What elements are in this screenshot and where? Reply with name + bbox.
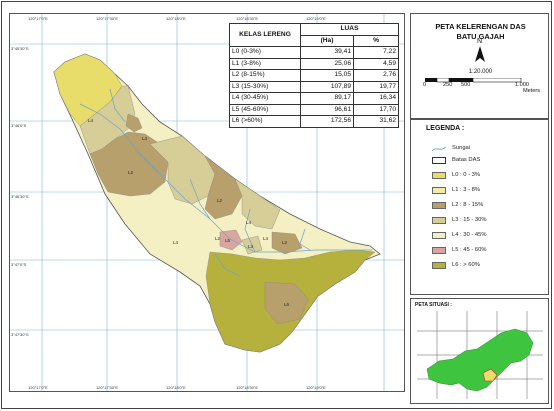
slope-class-cell: L6 (>60%) xyxy=(229,115,301,128)
scale-label: 250 xyxy=(443,82,453,88)
area-pct-cell: 17,70 xyxy=(353,103,399,116)
area-pct-cell: 4,59 xyxy=(353,57,399,70)
area-ha-cell: 96,61 xyxy=(300,103,354,116)
x-tick-label-top: 120°17'0"E xyxy=(28,16,48,21)
legend-label: Sungai xyxy=(452,145,471,151)
y-tick-label: 3°46'30"S xyxy=(11,194,29,199)
area-ha-cell: 172,56 xyxy=(300,115,354,128)
legend-label: Batas DAS xyxy=(452,157,481,163)
river-line-icon xyxy=(432,146,446,152)
x-tick-label-top: 120°19'0"E xyxy=(306,16,326,21)
y-tick-label: 3°47'30"S xyxy=(11,332,29,337)
table-row: L2 (8-15%) 15,05 2,76 xyxy=(229,69,399,82)
legend-swatch xyxy=(432,217,446,224)
slope-class-cell: L5 (45-60%) xyxy=(229,103,301,116)
x-tick-label-top: 120°18'0"E xyxy=(166,16,186,21)
slope-class-cell: L2 (8-15%) xyxy=(229,69,301,82)
table-row: L6 (>60%) 172,56 31,62 xyxy=(229,115,399,128)
y-tick-label: 3°45'30"S xyxy=(11,46,29,51)
x-tick-label-top: 120°18'30"E xyxy=(236,16,259,21)
polygon-label: L2 xyxy=(217,198,223,203)
legend-label: L5 : 45 - 60% xyxy=(452,247,487,253)
legend-label: L1 : 3 - 8% xyxy=(452,187,481,193)
polygon-label: L2 xyxy=(128,170,134,175)
x-tick-label-bottom: 120°18'0"E xyxy=(166,385,186,390)
legend-swatch xyxy=(432,232,446,239)
slope-class-cell: L4 (30-45%) xyxy=(229,92,301,105)
legend-label: L6 : > 60% xyxy=(452,262,480,268)
legend-swatch xyxy=(432,172,446,179)
area-ha-cell: 89,17 xyxy=(300,92,354,105)
scale-unit: Meters xyxy=(523,88,541,94)
table-row: L0 (0-3%) 39,41 7,22 xyxy=(229,46,399,59)
y-tick-label: 3°46'0"S xyxy=(11,123,27,128)
table-row: L5 (45-60%) 96,61 17,70 xyxy=(229,103,399,116)
legend-title: LEGENDA : xyxy=(426,125,465,132)
polygon-label: L5 xyxy=(225,238,231,243)
area-ha-cell: 107,89 xyxy=(300,80,354,93)
area-pct-cell: 7,22 xyxy=(353,46,399,59)
x-tick-label-bottom: 120°18'30"E xyxy=(236,385,259,390)
slope-class-cell: L0 (0-3%) xyxy=(229,46,301,59)
area-ha-cell: 39,41 xyxy=(300,46,354,59)
scale-label: 0 xyxy=(423,82,427,88)
header-pct: % xyxy=(353,34,399,47)
area-pct-cell: 31,62 xyxy=(353,115,399,128)
north-label: N xyxy=(477,38,483,45)
polygon-label: L3 xyxy=(248,244,254,249)
polygon-label: L6 xyxy=(284,302,290,307)
situasi-box: PETA SITUASI : xyxy=(410,298,549,404)
polygon-label: L2 xyxy=(282,240,288,245)
polygon-label: L4 xyxy=(173,240,179,245)
header-ha: (Ha) xyxy=(300,34,354,47)
map-side-panel: PETA KELERENGAN DAS BATU GAJAH N 1:20.00… xyxy=(410,13,549,405)
legend-label: L4 : 30 - 45% xyxy=(452,232,487,238)
polygon-label: L4 xyxy=(142,136,148,141)
x-tick-label-bottom: 120°17'0"E xyxy=(28,385,48,390)
table-row: L3 (15-30%) 107,89 19,77 xyxy=(229,80,399,93)
inset-landmass xyxy=(426,328,534,392)
slope-class-cell: L3 (15-30%) xyxy=(229,80,301,93)
header-luas: LUAS xyxy=(300,23,399,36)
polygon-label: L4 xyxy=(246,220,252,225)
scale-bar xyxy=(425,78,522,83)
north-arrow-icon xyxy=(475,46,485,62)
y-tick-label: 3°47'0"S xyxy=(11,262,27,267)
x-tick-label-top: 120°17'30"E xyxy=(96,16,119,21)
slope-area-table: KELAS LERENG LUAS (Ha) % L0 (0-3%) 39,41… xyxy=(229,23,399,128)
legend-label: L3 : 15 - 30% xyxy=(452,217,487,223)
legend-swatch xyxy=(432,262,446,269)
legend-swatch xyxy=(432,157,446,164)
table-row: L1 (3-8%) 25,06 4,59 xyxy=(229,57,399,70)
situasi-title: PETA SITUASI : xyxy=(415,302,452,308)
x-tick-label-bottom: 120°19'0"E xyxy=(306,385,326,390)
legend-swatch xyxy=(432,202,446,209)
map-title-line1: PETA KELERENGAN DAS xyxy=(435,22,526,31)
scale-label: 500 xyxy=(461,82,471,88)
scale-ratio: 1:20.000 xyxy=(468,69,493,75)
polygon-label: L4 xyxy=(263,236,269,241)
area-pct-cell: 19,77 xyxy=(353,80,399,93)
legend-swatch xyxy=(432,247,446,254)
area-ha-cell: 15,05 xyxy=(300,69,354,82)
header-kelas-lereng: KELAS LERENG xyxy=(229,23,301,47)
polygon-label: L2 xyxy=(215,236,221,241)
slope-class-cell: L1 (3-8%) xyxy=(229,57,301,70)
area-ha-cell: 25,06 xyxy=(300,57,354,70)
area-pct-cell: 16,34 xyxy=(353,92,399,105)
situasi-inset-map xyxy=(417,311,543,399)
legend-swatch xyxy=(432,187,446,194)
legend-label: L0 : 0 - 3% xyxy=(452,172,481,178)
legend-label: L2 : 8 - 15% xyxy=(452,202,484,208)
area-pct-cell: 2,76 xyxy=(353,69,399,82)
x-tick-label-bottom: 120°17'30"E xyxy=(96,385,119,390)
polygon-label: L4 xyxy=(88,118,94,123)
table-row: L4 (30-45%) 89,17 16,34 xyxy=(229,92,399,105)
title-box: PETA KELERENGAN DAS BATU GAJAH N 1:20.00… xyxy=(410,13,549,119)
